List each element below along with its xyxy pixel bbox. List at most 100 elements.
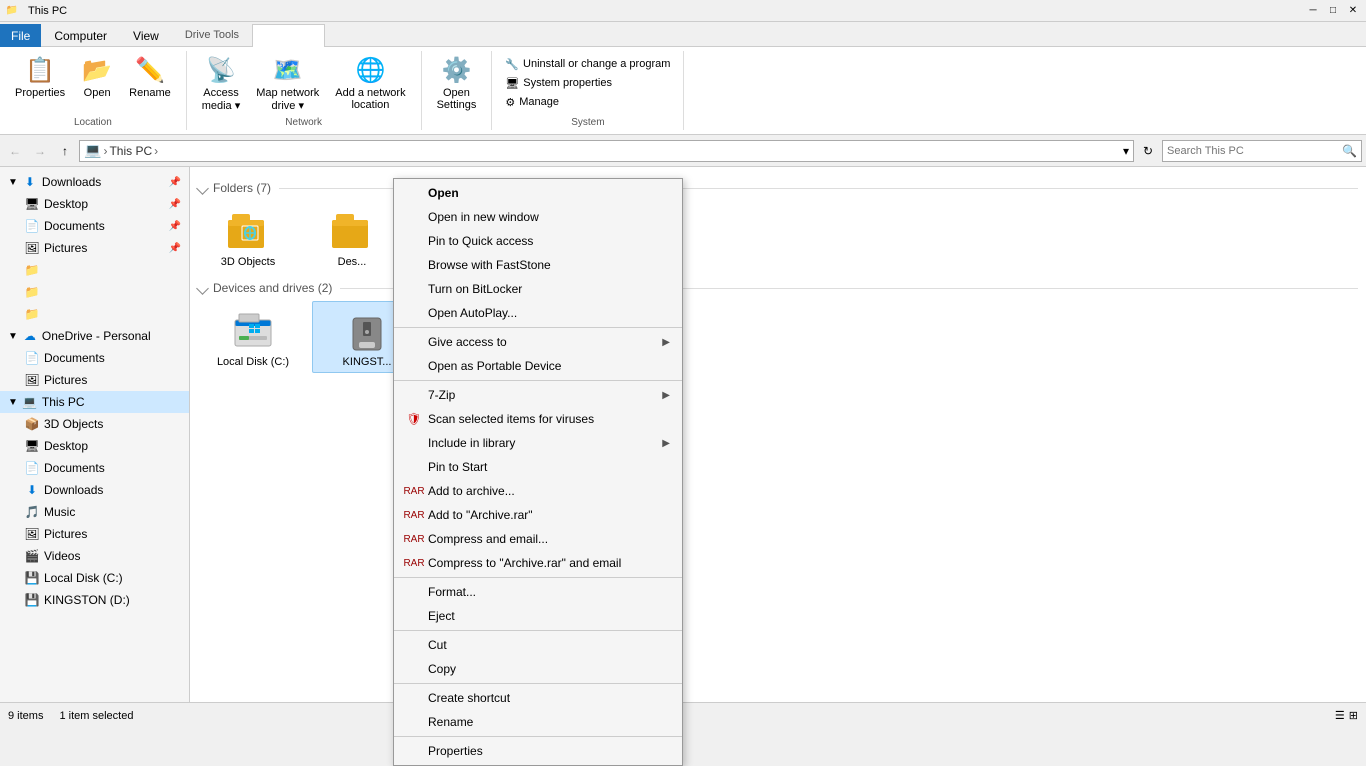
folders-section-header[interactable]: Folders (7) bbox=[198, 181, 1358, 195]
pin-pictures-icon[interactable]: 📌 bbox=[169, 243, 181, 254]
ribbon-btn-properties[interactable]: 📋 Properties bbox=[8, 51, 72, 102]
ctx-open-new-window[interactable]: Open in new window bbox=[394, 205, 682, 229]
rename-icon: ✏️ bbox=[134, 54, 166, 86]
sidebar-item-3d[interactable]: 📦 3D Objects bbox=[0, 413, 189, 435]
sidebar-item-pc-videos[interactable]: 🎬 Videos bbox=[0, 545, 189, 567]
ctx-portable-device[interactable]: Open as Portable Device bbox=[394, 354, 682, 378]
search-icon[interactable]: 🔍 bbox=[1342, 144, 1357, 158]
ribbon-btn-open[interactable]: 📂 Open bbox=[74, 51, 120, 102]
sidebar-item-this-pc[interactable]: ▼ 💻 This PC bbox=[0, 391, 189, 413]
forward-button[interactable]: → bbox=[29, 140, 51, 162]
ribbon-btn-open-settings[interactable]: ⚙️ OpenSettings bbox=[430, 51, 484, 114]
ctx-compress-rar-email[interactable]: RAR Compress to "Archive.rar" and email bbox=[394, 551, 682, 575]
ctx-create-shortcut[interactable]: Create shortcut bbox=[394, 686, 682, 710]
refresh-button[interactable]: ↻ bbox=[1137, 140, 1159, 162]
sidebar-item-desktop[interactable]: 🖥 Desktop 📌 bbox=[0, 193, 189, 215]
ctx-add-archive-rar[interactable]: RAR Add to "Archive.rar" bbox=[394, 503, 682, 527]
sidebar-label-desktop: Desktop bbox=[44, 197, 88, 211]
sidebar-item-od-pictures[interactable]: 🖼 Pictures bbox=[0, 369, 189, 391]
close-button[interactable]: ✕ bbox=[1344, 3, 1362, 19]
path-dropdown[interactable]: ▾ bbox=[1123, 144, 1129, 158]
ctx-pin-start[interactable]: Pin to Start bbox=[394, 455, 682, 479]
downloads-icon: ⬇ bbox=[22, 174, 38, 190]
ctx-copy[interactable]: Copy bbox=[394, 657, 682, 681]
sidebar-item-pc-desktop[interactable]: 🖥 Desktop bbox=[0, 435, 189, 457]
sidebar-item-misc1[interactable]: 📁 bbox=[0, 259, 189, 281]
folders-section-label: Folders (7) bbox=[213, 181, 271, 195]
ribbon-btn-manage[interactable]: ⚙ Manage bbox=[500, 94, 564, 111]
ctx-scan-viruses[interactable]: 🛡 Scan selected items for viruses bbox=[394, 407, 682, 431]
ctx-autoplay[interactable]: Open AutoPlay... bbox=[394, 301, 682, 325]
drives-section-header[interactable]: Devices and drives (2) bbox=[198, 281, 1358, 295]
pin-documents-icon[interactable]: 📌 bbox=[169, 221, 181, 232]
ctx-rename[interactable]: Rename bbox=[394, 710, 682, 734]
ctx-include-library[interactable]: Include in library ▶ bbox=[394, 431, 682, 455]
pin-icon[interactable]: 📌 bbox=[169, 177, 181, 188]
ctx-properties[interactable]: Properties bbox=[394, 739, 682, 763]
sidebar-item-pc-documents[interactable]: 📄 Documents bbox=[0, 457, 189, 479]
sidebar-item-downloads[interactable]: ▼ ⬇ Downloads 📌 bbox=[0, 171, 189, 193]
search-box[interactable]: 🔍 bbox=[1162, 140, 1362, 162]
sidebar-item-od-documents[interactable]: 📄 Documents bbox=[0, 347, 189, 369]
maximize-button[interactable]: □ bbox=[1324, 3, 1342, 19]
path-this-pc[interactable]: This PC bbox=[109, 144, 152, 158]
tab-file[interactable]: File bbox=[0, 24, 41, 47]
ctx-7zip[interactable]: 7-Zip ▶ bbox=[394, 383, 682, 407]
expand-arrow-icon: ▼ bbox=[8, 177, 18, 188]
pc-videos-icon: 🎬 bbox=[24, 548, 40, 564]
ribbon-tabs: File Computer View Drive Tools Manage bbox=[0, 22, 1366, 46]
ctx-compress-email[interactable]: RAR Compress and email... bbox=[394, 527, 682, 551]
pin-desktop-icon[interactable]: 📌 bbox=[169, 199, 181, 210]
sidebar-item-misc3[interactable]: 📁 bbox=[0, 303, 189, 325]
ctx-cut[interactable]: Cut bbox=[394, 633, 682, 657]
ribbon-btn-system-props[interactable]: 🖥 System properties bbox=[500, 75, 617, 92]
ctx-browse-faststone[interactable]: Browse with FastStone bbox=[394, 253, 682, 277]
ribbon-btn-add-network[interactable]: 🌐 Add a networklocation bbox=[328, 51, 412, 114]
content-area: Folders (7) 3D Objects bbox=[190, 167, 1366, 705]
ctx-format[interactable]: Format... bbox=[394, 580, 682, 604]
ctx-bitlocker[interactable]: Turn on BitLocker bbox=[394, 277, 682, 301]
system-props-icon: 🖥 bbox=[505, 77, 519, 90]
view-list-icon[interactable]: ☰ bbox=[1335, 709, 1345, 722]
drive-local-c[interactable]: Local Disk (C:) bbox=[198, 301, 308, 373]
ctx-give-access[interactable]: Give access to ▶ bbox=[394, 330, 682, 354]
view-grid-icon[interactable]: ⊞ bbox=[1349, 709, 1358, 722]
search-input[interactable] bbox=[1167, 145, 1338, 157]
ribbon-group-open-settings: ⚙️ OpenSettings bbox=[422, 51, 493, 130]
tab-computer[interactable]: Computer bbox=[41, 24, 120, 47]
sidebar-item-documents[interactable]: 📄 Documents 📌 bbox=[0, 215, 189, 237]
back-button[interactable]: ← bbox=[4, 140, 26, 162]
ribbon-btn-access-media[interactable]: 📡 Accessmedia ▾ bbox=[195, 51, 248, 115]
up-button[interactable]: ↑ bbox=[54, 140, 76, 162]
tab-view[interactable]: View bbox=[120, 24, 172, 47]
location-group-label: Location bbox=[74, 117, 112, 130]
tab-manage[interactable]: Manage bbox=[252, 24, 325, 47]
library-arrow: ▶ bbox=[662, 438, 670, 449]
tab-drive-tools-label: Drive Tools bbox=[172, 24, 252, 47]
sidebar-item-misc2[interactable]: 📁 bbox=[0, 281, 189, 303]
sidebar-item-pc-music[interactable]: 🎵 Music bbox=[0, 501, 189, 523]
drives-section-label: Devices and drives (2) bbox=[213, 281, 332, 295]
sidebar-item-pictures[interactable]: 🖼 Pictures 📌 bbox=[0, 237, 189, 259]
pictures-icon: 🖼 bbox=[24, 240, 40, 256]
od-documents-icon: 📄 bbox=[24, 350, 40, 366]
ribbon-btn-uninstall[interactable]: 🔧 Uninstall or change a program bbox=[500, 56, 675, 73]
ctx-open[interactable]: Open bbox=[394, 181, 682, 205]
ctx-pin-quick-access[interactable]: Pin to Quick access bbox=[394, 229, 682, 253]
window-title: This PC bbox=[28, 5, 67, 17]
ribbon-btn-map-drive[interactable]: 🗺️ Map networkdrive ▾ bbox=[249, 51, 326, 115]
sidebar-item-pc-downloads[interactable]: ⬇ Downloads bbox=[0, 479, 189, 501]
minimize-button[interactable]: ─ bbox=[1304, 3, 1322, 19]
sidebar-item-local-disk[interactable]: 💾 Local Disk (C:) bbox=[0, 567, 189, 589]
sidebar-item-pc-pictures[interactable]: 🖼 Pictures bbox=[0, 523, 189, 545]
ctx-add-archive[interactable]: RAR Add to archive... bbox=[394, 479, 682, 503]
ctx-eject[interactable]: Eject bbox=[394, 604, 682, 628]
address-path[interactable]: 💻 › This PC › ▾ bbox=[79, 140, 1134, 162]
folder-desktop[interactable]: Des... bbox=[302, 201, 402, 273]
this-pc-icon: 💻 bbox=[22, 394, 38, 410]
drive-c-label: Local Disk (C:) bbox=[217, 356, 289, 368]
sidebar-item-kingston[interactable]: 💾 KINGSTON (D:) bbox=[0, 589, 189, 611]
sidebar-item-onedrive[interactable]: ▼ ☁ OneDrive - Personal bbox=[0, 325, 189, 347]
folder-3d-objects[interactable]: 3D Objects bbox=[198, 201, 298, 273]
ribbon-btn-rename[interactable]: ✏️ Rename bbox=[122, 51, 178, 102]
